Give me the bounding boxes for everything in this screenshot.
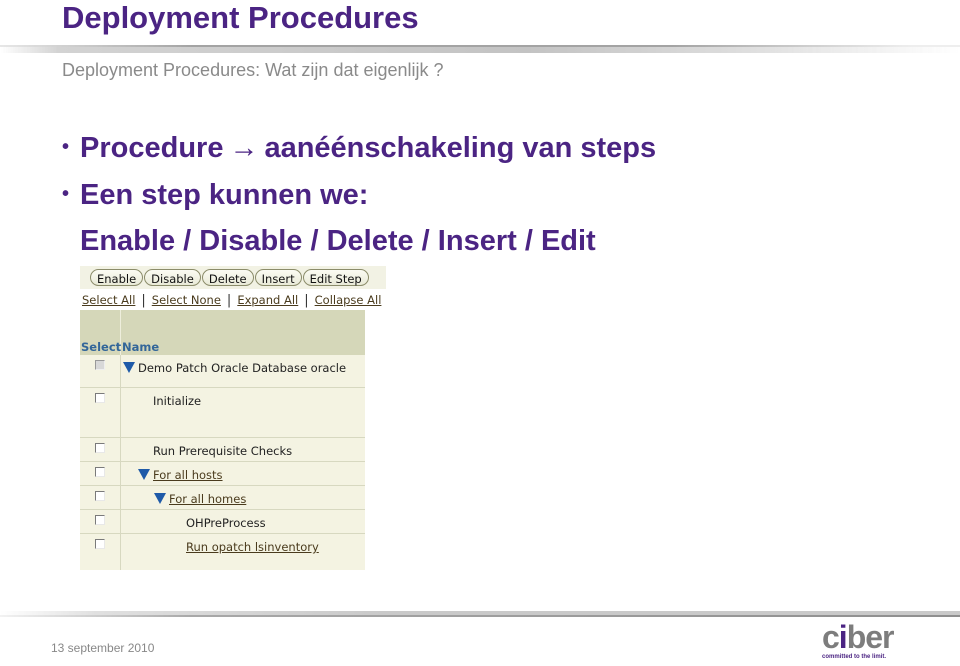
- row-checkbox[interactable]: [95, 443, 105, 453]
- bullet-text: Enable / Disable / Delete / Insert / Edi…: [80, 225, 596, 257]
- column-header-name: Name: [122, 340, 160, 354]
- arrow-right-icon: →: [229, 132, 259, 164]
- collapse-all-link[interactable]: Collapse All: [315, 293, 382, 307]
- step-name: Initialize: [153, 394, 202, 408]
- table-row: OHPreProcess: [80, 510, 365, 534]
- step-name-cell: For all hosts: [138, 468, 223, 482]
- table-row: Demo Patch Oracle Database oracle: [80, 355, 365, 388]
- action-button-bar: Enable Disable Delete Insert Edit Step: [80, 266, 386, 289]
- bullet-item: • Procedure → aanéénschakeling van steps: [62, 124, 656, 171]
- logo-text-accent: i: [838, 619, 848, 655]
- table-row: Run opatch lsinventory: [80, 534, 365, 570]
- row-checkbox[interactable]: [95, 539, 105, 549]
- link-separator: |: [226, 293, 232, 308]
- logo-tagline: committed to the limit.: [822, 654, 887, 660]
- expand-triangle-icon[interactable]: [138, 469, 150, 480]
- column-divider: [120, 462, 121, 485]
- bullet-text: Een step kunnen we:: [80, 179, 369, 211]
- select-none-link[interactable]: Select None: [152, 293, 221, 307]
- footer-date: 13 september 2010: [51, 641, 155, 655]
- step-name-link[interactable]: Run opatch lsinventory: [186, 540, 319, 554]
- row-checkbox[interactable]: [95, 491, 105, 501]
- bullet-icon: •: [62, 183, 70, 205]
- step-name: OHPreProcess: [186, 516, 266, 530]
- bullet-item: • Een step kunnen we:: [62, 171, 656, 218]
- step-name-link[interactable]: For all hosts: [153, 468, 223, 482]
- slide-subtitle: Deployment Procedures: Wat zijn dat eige…: [62, 60, 444, 80]
- link-separator: |: [304, 293, 309, 308]
- bottom-divider: [0, 611, 960, 617]
- step-name: Run Prerequisite Checks: [153, 444, 293, 458]
- enable-button[interactable]: Enable: [90, 269, 144, 286]
- bullet-continuation: Enable / Disable / Delete / Insert / Edi…: [62, 218, 656, 264]
- logo-wordmark: ciber: [822, 619, 912, 655]
- selection-links: Select All | Select None | Expand All | Collap…: [82, 293, 381, 308]
- column-divider: [120, 438, 121, 461]
- expand-triangle-icon[interactable]: [123, 362, 135, 373]
- row-checkbox[interactable]: [95, 515, 105, 525]
- insert-button[interactable]: Insert: [254, 269, 302, 286]
- step-name-cell: For all homes: [154, 492, 246, 506]
- row-checkbox[interactable]: [95, 360, 105, 370]
- bullet-list: • Procedure → aanéénschakeling van steps • E…: [62, 124, 656, 264]
- column-divider: [120, 510, 121, 533]
- column-divider: [120, 486, 121, 509]
- logo-text: c: [822, 619, 840, 655]
- bullet-text: aanéénschakeling van steps: [264, 132, 657, 164]
- expand-all-link[interactable]: Expand All: [237, 293, 298, 307]
- edit-step-button[interactable]: Edit Step: [302, 269, 369, 286]
- slide-title: Deployment Procedures: [62, 0, 419, 35]
- steps-table: Select Name Demo Patch Oracle Database o…: [80, 310, 365, 570]
- bullet-icon: •: [62, 136, 70, 158]
- column-divider: [120, 388, 121, 437]
- bullet-text: Procedure: [80, 132, 224, 164]
- step-name-link[interactable]: For all homes: [169, 492, 246, 506]
- table-header: Select Name: [80, 310, 365, 355]
- column-divider: [120, 534, 121, 570]
- table-row: Initialize: [80, 388, 365, 438]
- table-row: For all hosts: [80, 462, 365, 486]
- oracle-procedure-screenshot: Enable Disable Delete Insert Edit Step S…: [80, 266, 386, 572]
- row-checkbox[interactable]: [95, 393, 105, 403]
- step-name-cell: Demo Patch Oracle Database oracle: [123, 361, 346, 375]
- logo-text: ber: [846, 619, 895, 655]
- ciber-logo: ciber committed to the limit.: [822, 619, 912, 662]
- step-name: Demo Patch Oracle Database oracle: [138, 361, 347, 375]
- table-row: For all homes: [80, 486, 365, 510]
- select-all-link[interactable]: Select All: [82, 293, 135, 307]
- column-header-select: Select: [81, 340, 122, 354]
- top-divider: [0, 45, 960, 53]
- delete-button[interactable]: Delete: [201, 269, 254, 286]
- row-checkbox[interactable]: [95, 467, 105, 477]
- table-row: Run Prerequisite Checks: [80, 438, 365, 462]
- expand-triangle-icon[interactable]: [154, 493, 166, 504]
- disable-button[interactable]: Disable: [144, 269, 201, 286]
- link-separator: |: [141, 293, 146, 308]
- column-divider: [120, 355, 121, 387]
